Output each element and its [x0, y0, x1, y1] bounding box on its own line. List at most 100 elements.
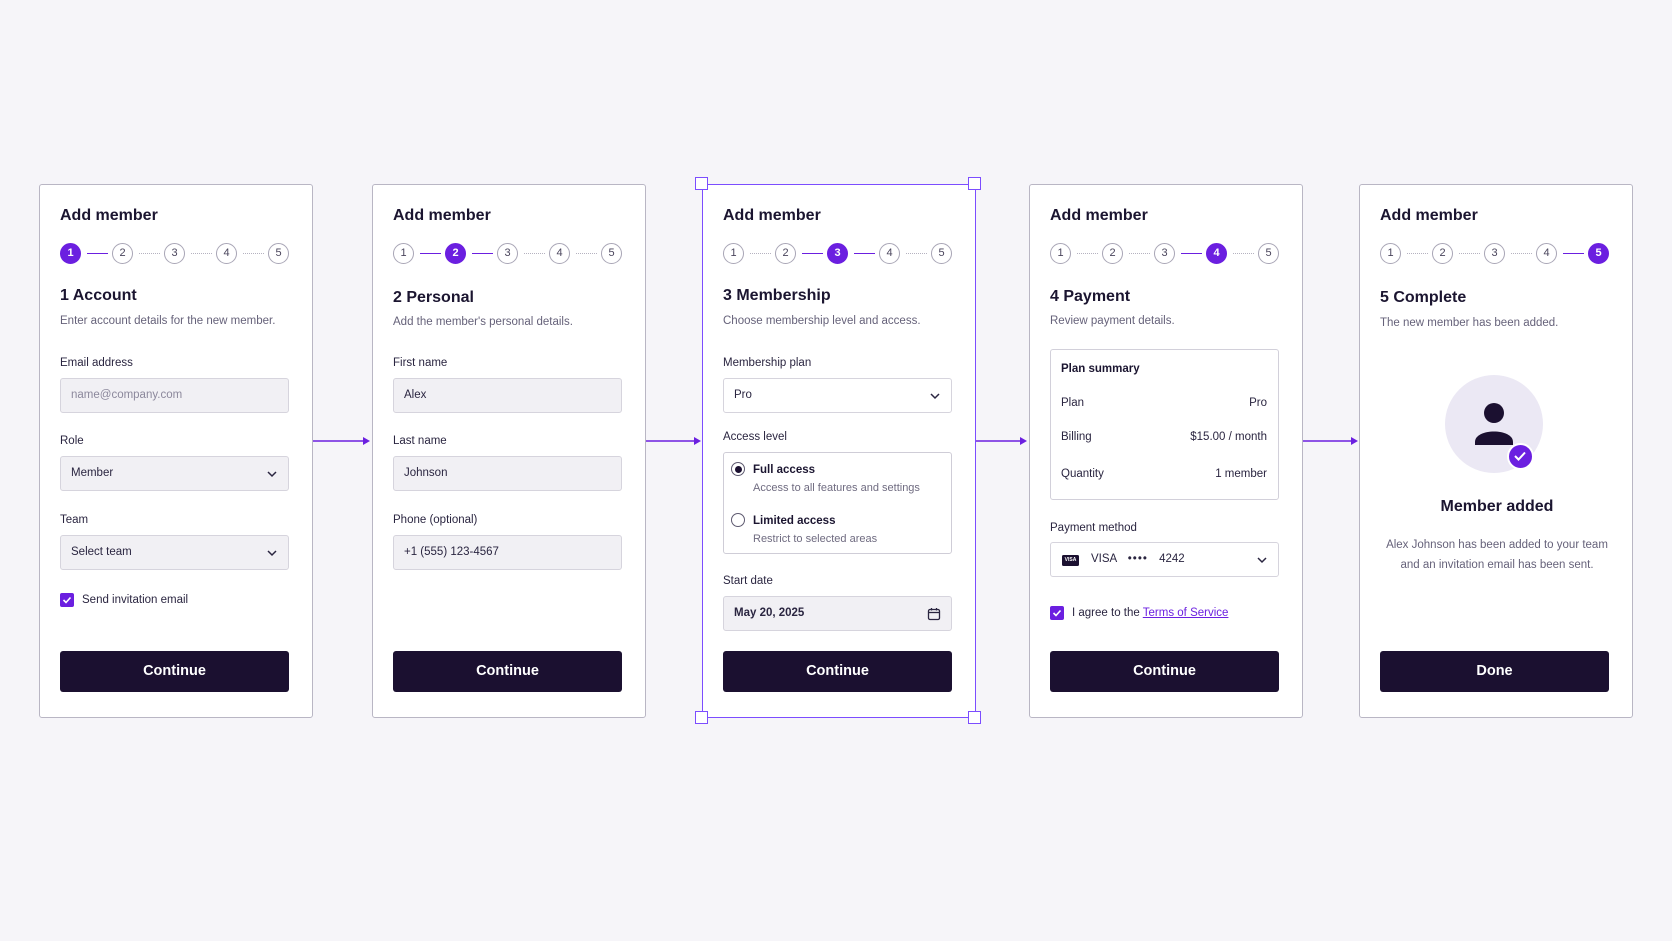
- summary-value: $15.00 / month: [1190, 431, 1267, 443]
- selection-handle[interactable]: [695, 177, 708, 190]
- card-membership[interactable]: Add member 1 2 3 4 5 3 Membership Choose…: [702, 184, 976, 718]
- role-select[interactable]: Member: [60, 456, 289, 491]
- invite-checkbox[interactable]: [60, 593, 74, 607]
- step-3[interactable]: 3: [497, 243, 518, 264]
- step-connector: [524, 253, 545, 254]
- flow-arrow-icon: [313, 437, 370, 445]
- card-brand: VISA: [1091, 553, 1117, 565]
- phone-label: Phone (optional): [393, 514, 478, 526]
- step-connector: [576, 253, 597, 254]
- flow-arrow-icon: [1303, 437, 1358, 445]
- limited-access-title: Limited access: [753, 515, 836, 527]
- section-title: 5 Complete: [1380, 289, 1467, 306]
- step-2[interactable]: 2: [112, 243, 133, 264]
- section-subtitle: Add the member's personal details.: [393, 316, 573, 328]
- section-title: 3 Membership: [723, 287, 831, 304]
- start-date-label: Start date: [723, 575, 773, 587]
- step-2[interactable]: 2: [445, 243, 466, 264]
- continue-button[interactable]: Continue: [1050, 651, 1279, 692]
- step-3[interactable]: 3: [164, 243, 185, 264]
- step-4[interactable]: 4: [216, 243, 237, 264]
- summary-value: 1 member: [1215, 468, 1267, 480]
- team-select[interactable]: Select team: [60, 535, 289, 570]
- terms-prefix: I agree to the: [1072, 607, 1140, 619]
- selection-handle[interactable]: [968, 711, 981, 724]
- step-5[interactable]: 5: [1258, 243, 1279, 264]
- step-5[interactable]: 5: [601, 243, 622, 264]
- full-access-desc: Access to all features and settings: [753, 482, 920, 494]
- step-3[interactable]: 3: [1154, 243, 1175, 264]
- continue-button[interactable]: Continue: [393, 651, 622, 692]
- step-1[interactable]: 1: [1380, 243, 1401, 264]
- step-connector: [472, 253, 493, 254]
- flow-canvas: Add member 1 2 3 4 5 1 Account Enter acc…: [0, 0, 1672, 941]
- team-value: Select team: [71, 546, 132, 558]
- step-connector: [191, 253, 212, 254]
- first-name-field[interactable]: Alex: [393, 378, 622, 413]
- team-label: Team: [60, 514, 89, 526]
- step-4[interactable]: 4: [879, 243, 900, 264]
- step-connector: [906, 253, 927, 254]
- card-title: Add member: [1380, 207, 1478, 224]
- selection-handle[interactable]: [968, 177, 981, 190]
- summary-value: Pro: [1249, 397, 1267, 409]
- step-2[interactable]: 2: [775, 243, 796, 264]
- stepper: 1 2 3 4 5: [723, 243, 955, 264]
- success-check-icon: [1507, 443, 1534, 470]
- step-2[interactable]: 2: [1432, 243, 1453, 264]
- start-date-field[interactable]: May 20, 2025: [723, 596, 952, 631]
- step-1[interactable]: 1: [1050, 243, 1071, 264]
- last-name-field[interactable]: Johnson: [393, 456, 622, 491]
- chevron-down-icon: [1257, 557, 1267, 564]
- plan-select[interactable]: Pro: [723, 378, 952, 413]
- plan-label: Membership plan: [723, 357, 812, 369]
- card-title: Add member: [60, 207, 158, 224]
- card-brand-icon: VISA: [1062, 555, 1079, 566]
- selection-handle[interactable]: [695, 711, 708, 724]
- done-button[interactable]: Done: [1380, 651, 1609, 692]
- card-complete: Add member 1 2 3 4 5 5 Complete The new …: [1359, 184, 1633, 718]
- phone-field[interactable]: +1 (555) 123-4567: [393, 535, 622, 570]
- check-icon: [1052, 609, 1062, 617]
- card-title: Add member: [1050, 207, 1148, 224]
- step-1[interactable]: 1: [393, 243, 414, 264]
- terms-link[interactable]: Terms of Service: [1143, 607, 1229, 619]
- step-3[interactable]: 3: [827, 243, 848, 264]
- section-title: 4 Payment: [1050, 288, 1131, 305]
- card-dots: ••••: [1127, 553, 1148, 565]
- terms-checkbox[interactable]: [1050, 606, 1064, 620]
- payment-method-select[interactable]: VISA VISA •••• 4242: [1050, 542, 1279, 577]
- step-4[interactable]: 4: [1536, 243, 1557, 264]
- calendar-icon[interactable]: [927, 607, 941, 621]
- step-4[interactable]: 4: [1206, 243, 1227, 264]
- step-2[interactable]: 2: [1102, 243, 1123, 264]
- step-connector: [1233, 253, 1254, 254]
- plan-value: Pro: [734, 389, 752, 401]
- limited-access-radio[interactable]: [731, 513, 745, 527]
- section-subtitle: Review payment details.: [1050, 315, 1175, 327]
- summary-key: Quantity: [1061, 468, 1104, 480]
- stepper: 1 2 3 4 5: [60, 243, 292, 264]
- card-payment: Add member 1 2 3 4 5 4 Payment Review pa…: [1029, 184, 1303, 718]
- step-5[interactable]: 5: [268, 243, 289, 264]
- step-connector: [1563, 253, 1584, 254]
- step-5[interactable]: 5: [931, 243, 952, 264]
- continue-button[interactable]: Continue: [723, 651, 952, 692]
- step-3[interactable]: 3: [1484, 243, 1505, 264]
- card-account: Add member 1 2 3 4 5 1 Account Enter acc…: [39, 184, 313, 718]
- chevron-down-icon: [930, 393, 940, 400]
- step-1[interactable]: 1: [60, 243, 81, 264]
- card-last4: 4242: [1159, 553, 1185, 565]
- step-connector: [1459, 253, 1480, 254]
- step-4[interactable]: 4: [549, 243, 570, 264]
- step-5[interactable]: 5: [1588, 243, 1609, 264]
- stepper: 1 2 3 4 5: [1380, 243, 1612, 264]
- continue-button[interactable]: Continue: [60, 651, 289, 692]
- stepper: 1 2 3 4 5: [393, 243, 625, 264]
- summary-key: Billing: [1061, 431, 1092, 443]
- full-access-radio[interactable]: [731, 462, 745, 476]
- step-1[interactable]: 1: [723, 243, 744, 264]
- step-connector: [243, 253, 264, 254]
- full-access-title: Full access: [753, 464, 816, 476]
- email-field[interactable]: name@company.com: [60, 378, 289, 413]
